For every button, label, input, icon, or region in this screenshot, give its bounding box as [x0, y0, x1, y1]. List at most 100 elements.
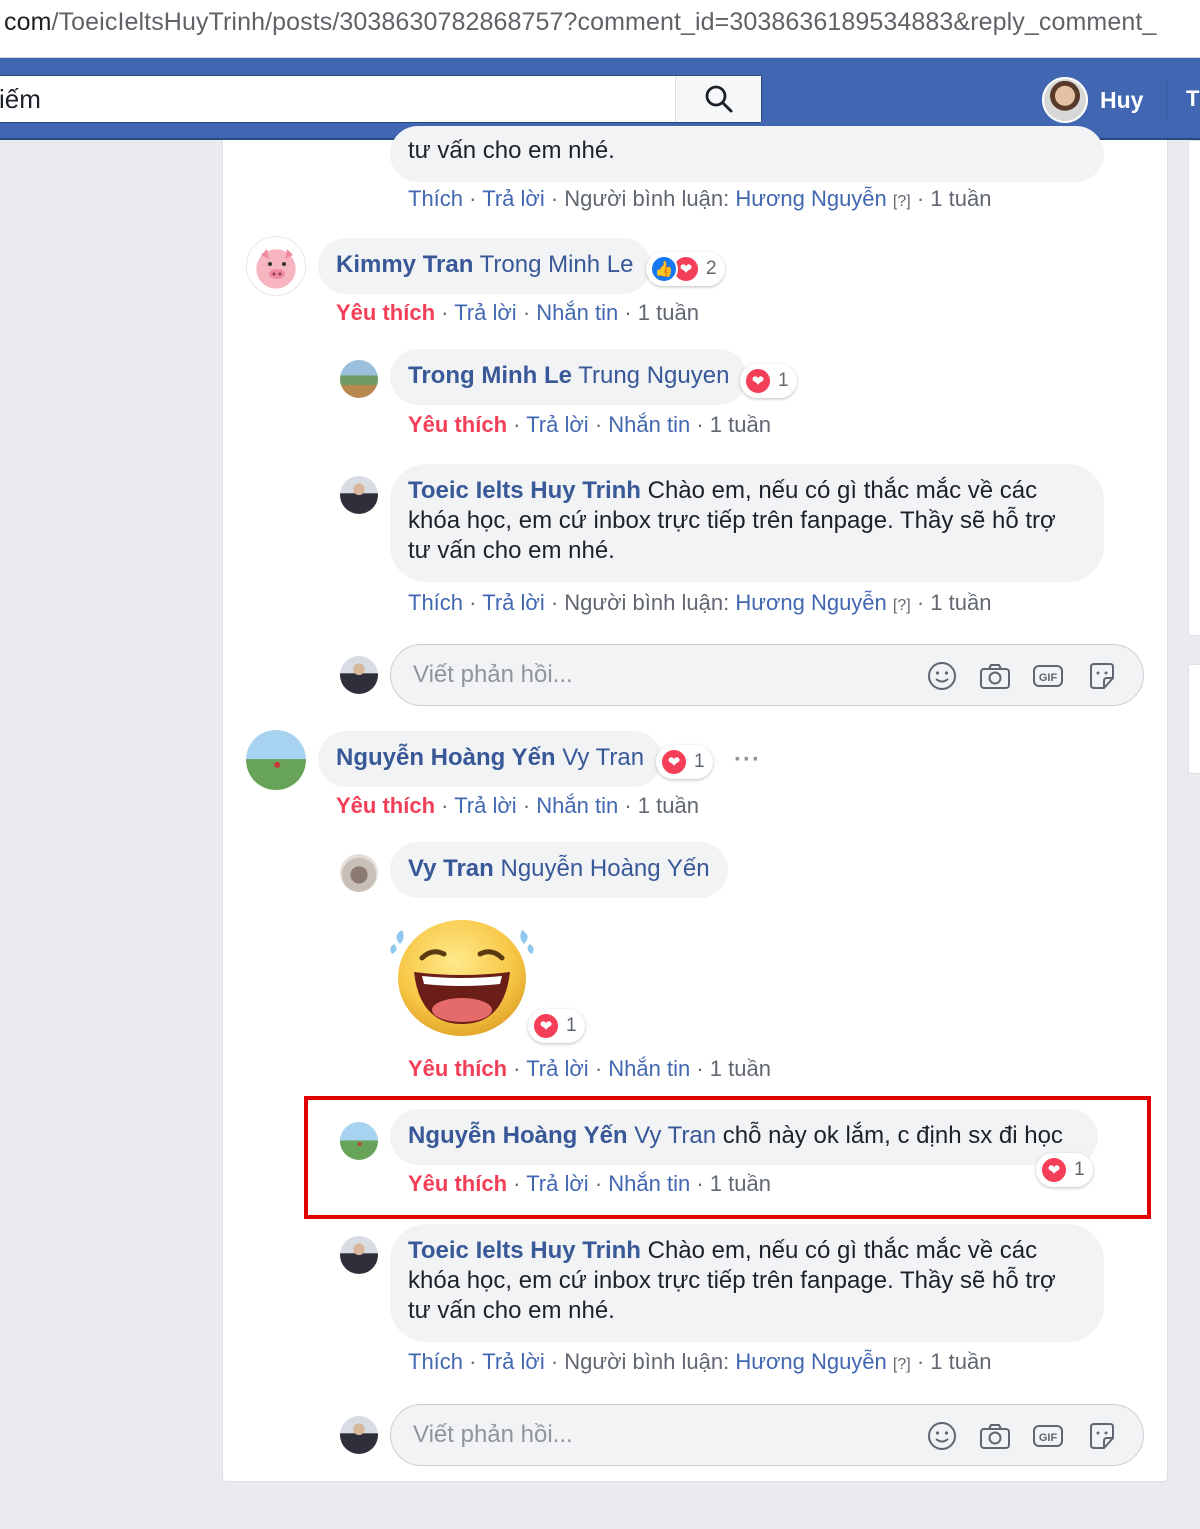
gif-icon: GIF	[1033, 665, 1063, 687]
reply-link[interactable]: Trả lời	[526, 1056, 589, 1081]
heart-reaction-icon: ❤	[744, 367, 772, 395]
emoji-button[interactable]	[925, 659, 959, 693]
commenter-name-link[interactable]: Hương Nguyễn	[735, 1349, 886, 1374]
search-input[interactable]	[0, 76, 673, 122]
comment-actions: Yêu thích · Trả lời · Nhắn tin · 1 tuần	[408, 1056, 771, 1081]
timestamp[interactable]: 1 tuần	[930, 1349, 991, 1374]
commenter-name-link[interactable]: Hương Nguyễn	[735, 186, 886, 211]
heart-reaction-icon: ❤	[660, 748, 688, 776]
header-nav-item[interactable]: T	[1186, 86, 1199, 112]
comment-actions: Yêu thích · Trả lời · Nhắn tin · 1 tuần	[336, 300, 699, 325]
comment-actions: Thích · Trả lời · Người bình luận: Hương…	[408, 186, 992, 211]
message-link[interactable]: Nhắn tin	[536, 793, 618, 818]
avatar[interactable]	[340, 854, 378, 892]
photo-button[interactable]	[978, 659, 1012, 693]
sticker-button[interactable]	[1085, 1419, 1119, 1453]
photo-button[interactable]	[978, 1419, 1012, 1453]
like-link[interactable]: Thích	[408, 1349, 463, 1374]
comment-bubble: Toeic Ielts Huy Trinh Chào em, nếu có gì…	[390, 1224, 1104, 1342]
comment-actions: Yêu thích · Trả lời · Nhắn tin · 1 tuần	[408, 412, 771, 437]
header-divider	[1166, 80, 1167, 120]
like-link[interactable]: Thích	[408, 590, 463, 615]
mention-link[interactable]: Nguyễn Hoàng Yến	[501, 855, 710, 882]
comment-actions: Thích · Trả lời · Người bình luận: Hương…	[408, 590, 992, 615]
profile-name: Huy	[1100, 86, 1144, 113]
avatar[interactable]	[340, 476, 378, 514]
highlight-box	[304, 1096, 1151, 1219]
profile-link[interactable]: Huy	[1042, 77, 1144, 123]
comment-author[interactable]: Trong Minh Le	[408, 362, 572, 389]
mention-link[interactable]: Trong Minh Le	[480, 251, 634, 278]
message-link[interactable]: Nhắn tin	[608, 412, 690, 437]
right-sidebar-card	[1188, 140, 1200, 636]
right-sidebar-card	[1188, 664, 1200, 774]
avatar[interactable]	[340, 1236, 378, 1274]
url-text[interactable]: com/ToeicIeltsHuyTrinh/posts/30386307828…	[4, 8, 1156, 37]
gif-icon: GIF	[1033, 1425, 1063, 1447]
comment-author[interactable]: Toeic Ielts Huy Trinh	[408, 477, 641, 504]
emoji-button[interactable]	[925, 1419, 959, 1453]
laughing-tears-face-icon	[390, 920, 534, 1036]
emoji-icon	[928, 1422, 956, 1450]
timestamp[interactable]: 1 tuần	[710, 412, 771, 437]
reply-input[interactable]	[413, 659, 893, 691]
more-options-icon[interactable]: ···	[734, 746, 761, 774]
browser-address-bar[interactable]: com/ToeicIeltsHuyTrinh/posts/30386307828…	[0, 0, 1200, 58]
sticker-button[interactable]	[1085, 659, 1119, 693]
current-user-avatar	[340, 1416, 378, 1454]
reply-link[interactable]: Trả lời	[482, 186, 545, 211]
love-button[interactable]: Yêu thích	[336, 300, 435, 325]
reaction-summary[interactable]: ❤ 1	[740, 364, 797, 398]
reaction-summary[interactable]: ❤ 1	[528, 1009, 585, 1043]
reply-box: GIF	[390, 1404, 1144, 1466]
timestamp[interactable]: 1 tuần	[930, 186, 991, 211]
like-link[interactable]: Thích	[408, 186, 463, 211]
commenter-label: Người bình luận:	[564, 590, 730, 615]
comment-author[interactable]: Vy Tran	[408, 855, 494, 882]
love-button[interactable]: Yêu thích	[408, 412, 507, 437]
timestamp[interactable]: 1 tuần	[930, 590, 991, 615]
comment-bubble: Nguyễn Hoàng Yến Vy Tran	[318, 731, 663, 787]
comment-bubble: Toeic Ielts Huy Trinh Chào em, nếu có gì…	[390, 464, 1104, 582]
like-reaction-icon: 👍	[650, 255, 678, 283]
reaction-summary[interactable]: 👍 ❤ 2	[646, 252, 725, 286]
timestamp[interactable]: 1 tuần	[638, 793, 699, 818]
comment-author[interactable]: Toeic Ielts Huy Trinh	[408, 1237, 641, 1264]
avatar[interactable]	[246, 730, 306, 790]
comment-author[interactable]: Nguyễn Hoàng Yến	[336, 744, 556, 771]
love-button[interactable]: Yêu thích	[336, 793, 435, 818]
reply-link[interactable]: Trả lời	[526, 412, 589, 437]
comment-author[interactable]: Kimmy Tran	[336, 251, 473, 278]
laughing-sticker-icon[interactable]	[388, 914, 538, 1038]
sticker-icon	[1090, 663, 1114, 689]
mention-link[interactable]: Trung Nguyen	[578, 362, 729, 389]
avatar[interactable]	[246, 236, 306, 296]
reply-link[interactable]: Trả lời	[482, 1349, 545, 1374]
timestamp[interactable]: 1 tuần	[710, 1056, 771, 1081]
reaction-summary[interactable]: ❤ 1	[656, 745, 713, 779]
timestamp[interactable]: 1 tuần	[638, 300, 699, 325]
reply-box: GIF	[390, 644, 1144, 706]
gif-button[interactable]: GIF	[1031, 1419, 1065, 1453]
help-link[interactable]: [?]	[893, 597, 911, 614]
emoji-icon	[928, 662, 956, 690]
reply-input[interactable]	[413, 1419, 893, 1451]
help-link[interactable]: [?]	[893, 1356, 911, 1373]
gif-button[interactable]: GIF	[1031, 659, 1065, 693]
mention-link[interactable]: Vy Tran	[562, 744, 644, 771]
commenter-label: Người bình luận:	[564, 1349, 730, 1374]
help-link[interactable]: [?]	[893, 193, 911, 210]
comment-actions: Thích · Trả lời · Người bình luận: Hương…	[408, 1349, 992, 1374]
search-button[interactable]	[675, 76, 761, 122]
message-link[interactable]: Nhắn tin	[536, 300, 618, 325]
comment-actions: Yêu thích · Trả lời · Nhắn tin · 1 tuần	[336, 793, 699, 818]
svg-text:GIF: GIF	[1039, 672, 1058, 684]
message-link[interactable]: Nhắn tin	[608, 1056, 690, 1081]
love-button[interactable]: Yêu thích	[408, 1056, 507, 1081]
reply-link[interactable]: Trả lời	[482, 590, 545, 615]
reply-link[interactable]: Trả lời	[454, 300, 517, 325]
avatar[interactable]	[340, 360, 378, 398]
reply-link[interactable]: Trả lời	[454, 793, 517, 818]
svg-text:GIF: GIF	[1039, 1432, 1058, 1444]
commenter-name-link[interactable]: Hương Nguyễn	[735, 590, 886, 615]
